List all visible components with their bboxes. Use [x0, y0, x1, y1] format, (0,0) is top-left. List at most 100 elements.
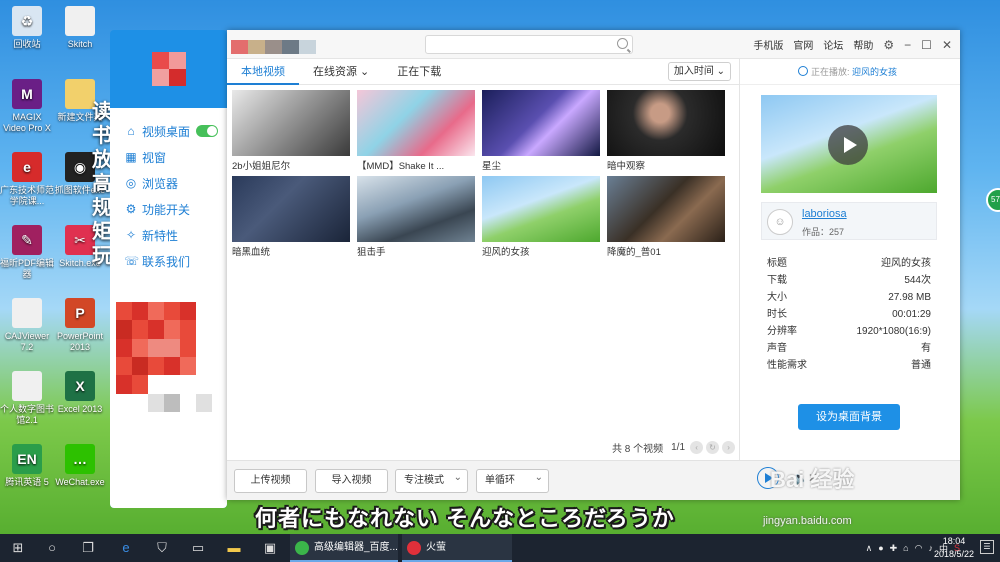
desktop-icon[interactable]: CAJViewer 7.2 — [0, 298, 54, 353]
video-card[interactable]: 星尘 — [482, 90, 600, 172]
video-thumbnail[interactable] — [607, 176, 725, 242]
property-key: 大小 — [767, 292, 787, 303]
refresh-icon[interactable]: ↻ — [706, 441, 720, 454]
sidebar-item[interactable]: ◎ 浏览器 — [110, 170, 227, 196]
taskbar-app-icon — [295, 541, 309, 555]
floating-badge[interactable]: 57 — [986, 188, 1000, 212]
clock[interactable]: 18:04 2018/5/22 — [934, 535, 974, 561]
control-panel-icon[interactable]: ▣ — [252, 534, 288, 562]
video-card[interactable]: 暗中观察 — [607, 90, 725, 172]
notification-icon[interactable]: ☰ — [980, 540, 994, 554]
property-row: 下载 544次 — [767, 272, 931, 289]
search-box[interactable] — [425, 35, 633, 54]
upload-video-button[interactable]: 上传视频 — [234, 469, 307, 493]
loop-select[interactable]: 单循环 — [476, 467, 549, 493]
video-card[interactable]: 暗黑血统 — [232, 176, 350, 258]
folder-icon[interactable]: ▬ — [216, 534, 252, 562]
video-thumbnail[interactable] — [607, 90, 725, 156]
author-name[interactable]: laboriosa — [802, 208, 847, 220]
import-video-button[interactable]: 导入视频 — [315, 469, 388, 493]
video-thumbnail[interactable] — [482, 176, 600, 242]
nav-forum[interactable]: 论坛 — [823, 37, 843, 52]
sidebar-item[interactable]: ✧ 新特性 — [110, 222, 227, 248]
redacted-area — [116, 302, 212, 412]
chevron-up-icon[interactable]: ∧ — [866, 543, 873, 554]
property-row: 时长 00:01:29 — [767, 306, 931, 323]
close-icon[interactable]: ✕ — [942, 38, 952, 52]
tab-local-videos[interactable]: 本地视频 — [227, 59, 299, 85]
video-thumbnail[interactable] — [357, 176, 475, 242]
store-icon[interactable]: ⛉ — [144, 534, 180, 562]
pc-icon[interactable]: ▭ — [180, 534, 216, 562]
nav-official[interactable]: 官网 — [793, 37, 813, 52]
desktop-icon[interactable]: … WeChat.exe — [53, 444, 107, 499]
video-thumbnail[interactable] — [357, 90, 475, 156]
desktop-app-icon — [12, 298, 42, 328]
task-view-icon[interactable]: ❐ — [70, 534, 106, 562]
theme-swatch[interactable] — [231, 40, 248, 54]
theme-swatch[interactable] — [299, 40, 316, 54]
video-card[interactable]: 狙击手 — [357, 176, 475, 258]
now-playing-title[interactable]: 迎风的女孩 — [852, 67, 897, 77]
nav-help[interactable]: 帮助 — [853, 37, 873, 52]
desktop-icon[interactable]: P PowerPoint 2013 — [53, 298, 107, 353]
property-key: 分辨率 — [767, 326, 797, 337]
wifi-icon[interactable]: ◠ — [915, 543, 923, 554]
search-icon[interactable] — [617, 38, 628, 49]
desktop-icon[interactable]: M MAGIX Video Pro X — [0, 79, 54, 134]
video-card[interactable]: 【MMD】Shake It ... — [357, 90, 475, 172]
taskbar-app[interactable]: 高级编辑器_百度... — [290, 534, 398, 562]
sidebar-item[interactable]: ☏ 联系我们 — [110, 248, 227, 274]
desktop-app-icon: … — [65, 444, 95, 474]
theme-swatch[interactable] — [248, 40, 265, 54]
theme-swatch[interactable] — [265, 40, 282, 54]
avatar[interactable]: ☺ — [767, 209, 793, 235]
network-icon[interactable]: ⌂ — [903, 543, 908, 553]
windows-icon[interactable]: ⊞ — [0, 534, 36, 562]
wallpaper-toggle[interactable] — [196, 125, 219, 137]
video-thumbnail[interactable] — [482, 90, 600, 156]
desktop-app-icon: ◉ — [65, 152, 95, 182]
nav-mobile[interactable]: 手机版 — [753, 37, 783, 52]
desktop-icon[interactable]: Skitch — [53, 6, 107, 61]
video-card[interactable]: 降魔的_普01 — [607, 176, 725, 258]
video-subtitle: 何者にもなれない そんなところだろうか — [255, 506, 675, 531]
desktop-icon-label: WeChat.exe — [55, 477, 105, 487]
set-wallpaper-button[interactable]: 设为桌面背景 — [798, 404, 900, 430]
next-page-icon[interactable]: › — [722, 441, 736, 454]
taskbar: ⊞ ○ ❐ e ⛉ ▭ ▬ ▣ 高级编辑器_百度... 火萤 ∧ ● ✚ ⌂ ◠ … — [0, 534, 1000, 562]
search-circle-icon[interactable]: ○ — [34, 534, 70, 562]
sort-dropdown[interactable]: 加入时间 ⌄ — [667, 62, 731, 81]
video-card[interactable]: 迎风的女孩 — [482, 176, 600, 258]
desktop-icon-label: 个人数字图书馆2.1 — [0, 404, 54, 425]
taskbar-app[interactable]: 火萤 — [402, 534, 512, 562]
play-icon[interactable] — [828, 125, 868, 165]
desktop-icon[interactable]: 个人数字图书馆2.1 — [0, 371, 54, 426]
edge-icon[interactable]: e — [108, 534, 144, 562]
video-card[interactable]: 2b小姐姐尼尔 — [232, 90, 350, 172]
prev-page-icon[interactable]: ‹ — [690, 441, 704, 454]
video-thumbnail[interactable] — [232, 90, 350, 156]
sidebar-item[interactable]: ⚙ 功能开关 — [110, 196, 227, 222]
maximize-icon[interactable]: ☐ — [921, 38, 932, 52]
theme-swatches[interactable] — [231, 40, 316, 54]
video-preview[interactable] — [761, 95, 937, 193]
minimize-icon[interactable]: − — [904, 38, 911, 52]
mode-select[interactable]: 专注模式 — [395, 467, 468, 493]
desktop-icon[interactable]: X Excel 2013 — [53, 371, 107, 426]
tab-online-resources[interactable]: 在线资源 ⌄ — [299, 59, 383, 85]
desktop-icon[interactable]: EN 腾讯英语 5 — [0, 444, 54, 499]
tab-downloading[interactable]: 正在下载 — [383, 59, 455, 85]
video-thumbnail[interactable] — [232, 176, 350, 242]
sidebar-item[interactable]: ⌂ 视频桌面 — [110, 118, 227, 144]
sidebar-item-label: 视窗 — [142, 150, 167, 165]
settings-icon[interactable]: ⚙ — [883, 38, 894, 52]
volume-tray-icon[interactable]: ♪ — [928, 543, 933, 553]
sidebar-item[interactable]: ▦ 视窗 — [110, 144, 227, 170]
desktop-icon[interactable]: ✎ 福昕PDF编辑器 — [0, 225, 54, 280]
theme-swatch[interactable] — [282, 40, 299, 54]
desktop-icon[interactable]: ♻ 回收站 — [0, 6, 54, 61]
user-icon[interactable]: ● — [878, 543, 883, 553]
app-tray-icon[interactable]: ✚ — [890, 543, 898, 554]
desktop-icon[interactable]: e 广东技术师范学院课... — [0, 152, 54, 207]
